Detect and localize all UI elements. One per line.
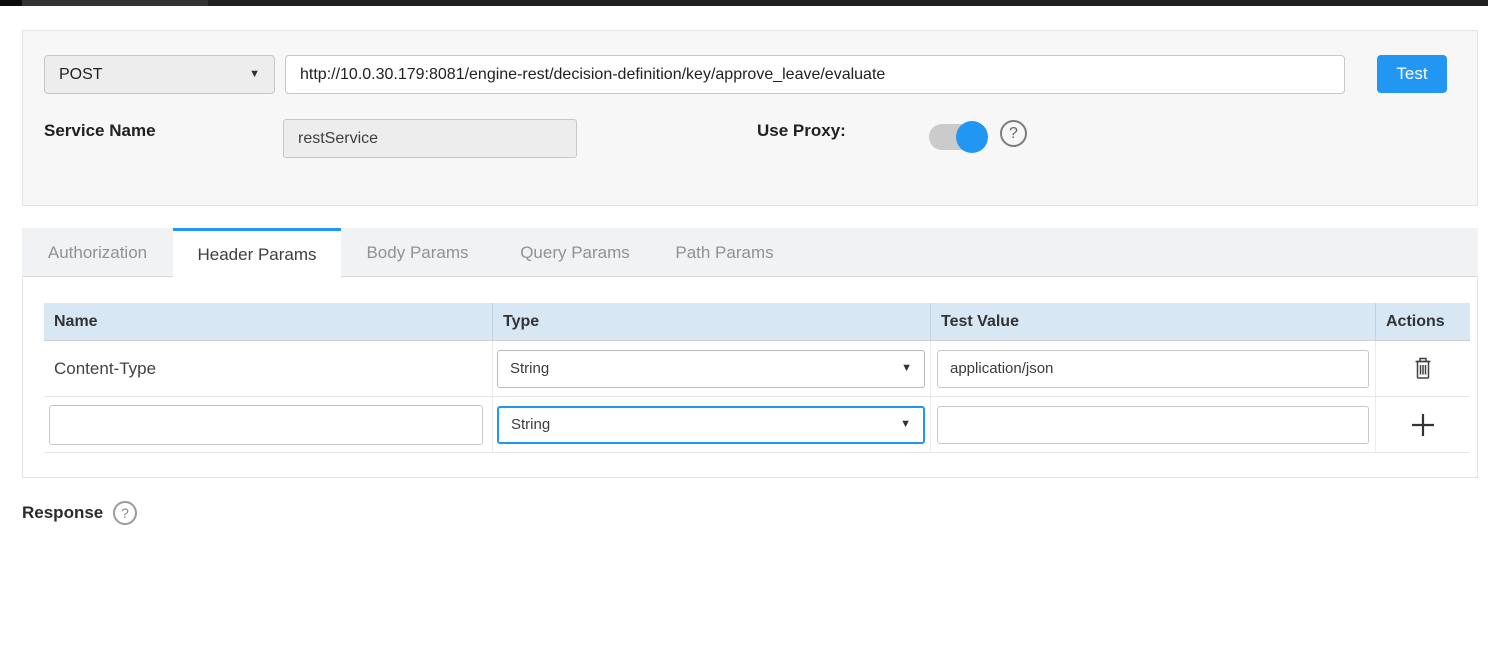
param-test-value-input[interactable]	[937, 350, 1369, 388]
http-method-select[interactable]: POST ▼	[44, 55, 275, 94]
browser-corner	[0, 0, 22, 6]
param-type-value: String	[511, 416, 550, 433]
browser-tab-sliver	[22, 0, 208, 6]
browser-chrome-sliver	[0, 0, 1488, 6]
tab-authorization[interactable]: Authorization	[22, 228, 173, 277]
chevron-down-icon: ▼	[901, 363, 912, 374]
new-param-type-select[interactable]: String ▼	[497, 406, 925, 444]
toggle-thumb	[956, 121, 988, 153]
param-name-cell	[44, 397, 493, 452]
table-header-row: Name Type Test Value Actions	[44, 303, 1470, 341]
param-type-cell: String ▼	[493, 341, 931, 396]
param-value-cell	[931, 341, 1376, 396]
use-proxy-toggle[interactable]	[929, 124, 986, 150]
use-proxy-label: Use Proxy:	[757, 121, 846, 141]
http-method-value: POST	[59, 66, 103, 84]
tab-body-params[interactable]: Body Params	[341, 228, 494, 277]
new-param-test-value-input[interactable]	[937, 406, 1369, 444]
request-panel: POST ▼ Test Service Name Use Proxy: ?	[22, 30, 1478, 206]
delete-row-button[interactable]	[1413, 357, 1433, 380]
params-tab-strip: Authorization Header Params Body Params …	[22, 228, 1478, 277]
service-name-input[interactable]	[283, 119, 577, 158]
param-value-cell	[931, 397, 1376, 452]
trash-icon	[1413, 357, 1433, 380]
plus-icon	[1409, 411, 1437, 439]
tab-header-params[interactable]: Header Params	[173, 228, 341, 278]
url-input[interactable]	[285, 55, 1345, 94]
response-help-icon[interactable]: ?	[113, 501, 137, 525]
param-actions-cell	[1376, 397, 1470, 452]
service-name-label: Service Name	[44, 121, 156, 141]
tab-path-params[interactable]: Path Params	[656, 228, 793, 277]
column-header-actions: Actions	[1376, 303, 1470, 340]
question-mark-glyph: ?	[1009, 125, 1018, 143]
new-param-name-input[interactable]	[49, 405, 483, 445]
header-params-table: Name Type Test Value Actions Content-Typ…	[44, 303, 1470, 453]
add-row-button[interactable]	[1409, 411, 1437, 439]
question-mark-glyph: ?	[121, 505, 129, 521]
param-actions-cell	[1376, 341, 1470, 396]
header-params-panel: Name Type Test Value Actions Content-Typ…	[22, 278, 1478, 478]
param-name-text: Content-Type	[44, 359, 156, 379]
proxy-help-icon[interactable]: ?	[1000, 120, 1027, 147]
rest-service-config-page: POST ▼ Test Service Name Use Proxy: ? Au…	[0, 0, 1488, 646]
chevron-down-icon: ▼	[900, 419, 911, 430]
column-header-test-value: Test Value	[931, 303, 1376, 340]
tab-query-params[interactable]: Query Params	[494, 228, 656, 277]
column-header-type: Type	[493, 303, 931, 340]
table-row: String ▼	[44, 397, 1470, 453]
param-name-cell: Content-Type	[44, 341, 493, 396]
param-type-cell: String ▼	[493, 397, 931, 452]
table-row: Content-Type String ▼	[44, 341, 1470, 397]
chevron-down-icon: ▼	[249, 69, 260, 80]
response-section-label: Response	[22, 503, 103, 523]
param-type-value: String	[510, 360, 549, 377]
test-button[interactable]: Test	[1377, 55, 1447, 93]
column-header-name: Name	[44, 303, 493, 340]
param-type-select[interactable]: String ▼	[497, 350, 925, 388]
